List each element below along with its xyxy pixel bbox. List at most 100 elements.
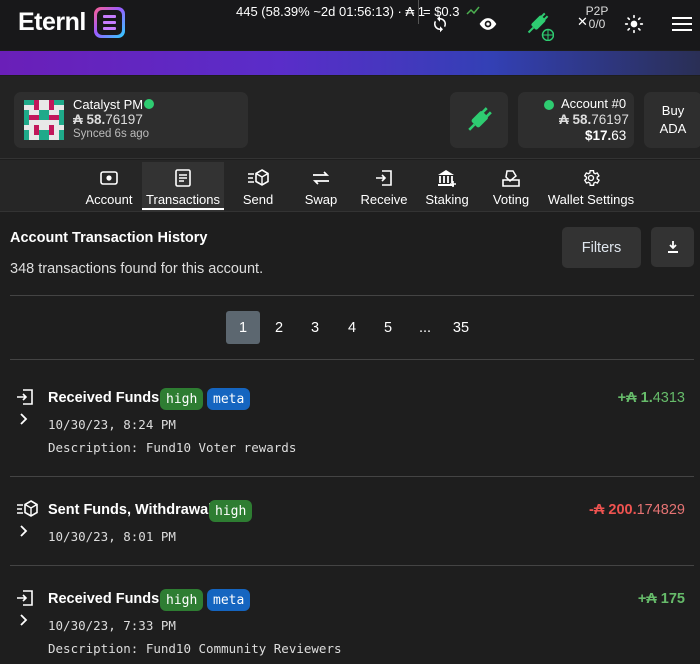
sun-icon[interactable] bbox=[622, 12, 646, 36]
account-status-dot bbox=[544, 100, 554, 110]
transaction-amount: +₳ 1.4313 bbox=[618, 390, 685, 406]
p2p-off-icon: ✕ bbox=[577, 14, 588, 29]
tab-send[interactable]: Send bbox=[232, 162, 284, 212]
account-fiat-balance: $17.63 bbox=[585, 128, 626, 143]
menu-icon[interactable] bbox=[670, 12, 694, 36]
page-1[interactable]: 1 bbox=[226, 311, 260, 344]
account-fiat-frac: 63 bbox=[611, 128, 627, 143]
dapp-connect-button[interactable] bbox=[450, 92, 508, 148]
wallet-balance: ₳ 58.76197 bbox=[73, 112, 143, 127]
page-4[interactable]: 4 bbox=[335, 311, 369, 344]
amount-sign: +₳ bbox=[637, 591, 657, 607]
transaction-title[interactable]: Received Funds bbox=[48, 591, 159, 607]
document-icon bbox=[175, 169, 191, 187]
tab-receive-label: Receive bbox=[360, 192, 408, 207]
filters-button[interactable]: Filters bbox=[562, 227, 641, 268]
transaction-title[interactable]: Sent Funds, Withdrawal bbox=[48, 502, 212, 518]
tab-account[interactable]: Account bbox=[78, 162, 140, 212]
account-balance-frac: 76197 bbox=[591, 112, 629, 127]
wallet-avatar bbox=[24, 100, 64, 140]
tab-staking-label: Staking bbox=[425, 192, 469, 207]
tab-receive[interactable]: Receive bbox=[356, 162, 412, 212]
page-3[interactable]: 3 bbox=[298, 311, 332, 344]
transaction-datetime: 10/30/23, 7:33 PM bbox=[48, 618, 176, 633]
ada-price-text: = $0.3 bbox=[423, 4, 460, 19]
wallet-balance-int: ₳ 58. bbox=[73, 112, 106, 127]
divider bbox=[10, 359, 694, 360]
account-fiat-int: $17. bbox=[585, 128, 612, 143]
badge-high: high bbox=[160, 388, 204, 410]
app-logo-icon bbox=[94, 7, 125, 38]
tab-swap[interactable]: Swap bbox=[296, 162, 346, 212]
epoch-ticker bbox=[0, 51, 700, 75]
epoch-progress-text: 445 (58.39% ~2d 01:56:13) · ₳ 1 bbox=[236, 4, 425, 19]
tab-account-label: Account bbox=[85, 192, 133, 207]
gear-icon bbox=[583, 170, 600, 186]
tab-transactions-label: Transactions bbox=[142, 192, 224, 210]
tab-transactions[interactable]: Transactions bbox=[142, 162, 224, 212]
swap-icon bbox=[312, 171, 330, 185]
download-button[interactable] bbox=[651, 227, 694, 267]
ticker-divider bbox=[418, 0, 419, 24]
page-ellipsis: ... bbox=[418, 319, 432, 336]
amount-int: 1. bbox=[640, 390, 653, 406]
connection-plug-icon[interactable] bbox=[522, 11, 556, 41]
receive-icon bbox=[376, 170, 392, 186]
divider bbox=[10, 565, 694, 566]
amount-frac: 174829 bbox=[636, 502, 685, 518]
plug-icon bbox=[468, 107, 492, 131]
transaction-datetime: 10/30/23, 8:01 PM bbox=[48, 529, 176, 544]
expand-chevron-icon[interactable] bbox=[19, 614, 29, 629]
wallet-status-dot bbox=[144, 99, 154, 109]
send-box-icon bbox=[248, 169, 269, 186]
tab-wallet-settings-label: Wallet Settings bbox=[547, 192, 635, 207]
account-name: Account #0 bbox=[561, 96, 627, 111]
tab-send-label: Send bbox=[242, 192, 274, 207]
receive-icon bbox=[16, 388, 36, 408]
amount-int: 175 bbox=[660, 591, 685, 607]
tab-swap-label: Swap bbox=[304, 192, 338, 207]
buy-ada-button[interactable]: Buy ADA bbox=[644, 92, 700, 148]
expand-chevron-icon[interactable] bbox=[19, 413, 29, 428]
amount-frac: 4313 bbox=[652, 390, 685, 406]
eye-icon bbox=[100, 171, 118, 185]
app-logo-text: Eternl bbox=[18, 8, 86, 36]
wallet-name: Catalyst PM bbox=[73, 97, 144, 112]
expand-chevron-icon[interactable] bbox=[19, 525, 29, 540]
receive-icon bbox=[16, 589, 36, 609]
transaction-amount: -₳ 200.174829 bbox=[589, 502, 685, 518]
ballot-icon bbox=[502, 170, 520, 187]
send-box-icon bbox=[16, 500, 38, 520]
tab-voting[interactable]: Voting bbox=[484, 162, 538, 212]
transaction-count: 348 transactions found for this account. bbox=[10, 261, 264, 277]
divider bbox=[10, 295, 694, 296]
transaction-title[interactable]: Received Funds bbox=[48, 390, 159, 406]
transaction-description: Description: Fund10 Voter rewards bbox=[48, 440, 297, 455]
amount-sign: +₳ bbox=[617, 390, 637, 406]
badge-high: high bbox=[160, 589, 204, 611]
tab-wallet-settings[interactable]: Wallet Settings bbox=[546, 162, 636, 212]
transaction-datetime: 10/30/23, 8:24 PM bbox=[48, 417, 176, 432]
account-balance-int: ₳ 58. bbox=[559, 112, 592, 127]
buy-label: Buy bbox=[661, 103, 685, 118]
amount-sign: -₳ bbox=[589, 502, 605, 518]
tab-staking[interactable]: Staking bbox=[420, 162, 474, 212]
download-icon bbox=[667, 241, 678, 253]
ada-label: ADA bbox=[659, 121, 687, 136]
transaction-amount: +₳ 175 bbox=[638, 591, 685, 607]
account-balance: ₳ 58.76197 bbox=[559, 112, 629, 127]
badge-high: high bbox=[209, 500, 253, 522]
tab-voting-label: Voting bbox=[492, 192, 530, 207]
wallet-sync-status: Synced 6s ago bbox=[73, 128, 150, 140]
page-5[interactable]: 5 bbox=[371, 311, 405, 344]
page-35[interactable]: 35 bbox=[444, 311, 478, 344]
transaction-description: Description: Fund10 Community Reviewers bbox=[48, 641, 342, 656]
amount-int: 200. bbox=[608, 502, 637, 518]
wallet-balance-frac: 76197 bbox=[105, 112, 143, 127]
divider bbox=[10, 476, 694, 477]
badge-meta: meta bbox=[207, 388, 251, 410]
bank-icon bbox=[438, 170, 456, 187]
trend-up-icon bbox=[466, 3, 480, 20]
page-2[interactable]: 2 bbox=[262, 311, 296, 344]
badge-meta: meta bbox=[207, 589, 251, 611]
